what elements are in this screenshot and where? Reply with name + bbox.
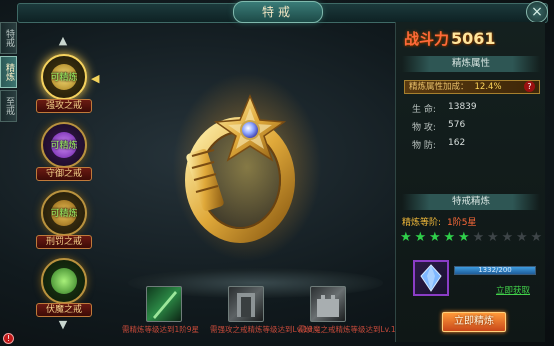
forge-window: 特戒 × 特戒 精炼 至戒 ▲ 可精炼 强攻之戒 可精炼 守御之戒 可精炼 刑罚… <box>0 0 554 346</box>
tab-special-ring[interactable]: 特戒 <box>0 22 17 54</box>
help-icon[interactable]: ? <box>524 81 535 92</box>
star-icon: ★ <box>501 230 514 245</box>
alert-icon[interactable]: ! <box>3 333 14 344</box>
star-icon: ★ <box>443 230 456 245</box>
refinable-tag: 可精炼 <box>50 141 78 151</box>
material-progress-text: 1332/200 <box>478 266 512 274</box>
material-slot[interactable] <box>413 260 449 296</box>
stat-label: 物 防: <box>412 141 436 151</box>
ring-slot-attack[interactable]: 可精炼 强攻之戒 <box>36 54 92 124</box>
star-icon: ★ <box>429 230 441 245</box>
refine-bonus-bar: 精炼属性加成： 12.4% ? <box>404 80 540 94</box>
side-tab-bar: 特戒 精炼 至戒 <box>0 22 17 124</box>
skill-3-requirement: 需伏魔之戒精炼等级达到Lv.10 <box>298 325 401 334</box>
stat-defense: 物 防: 162 <box>412 138 465 151</box>
ring-orb <box>41 258 87 304</box>
ring-label: 伏魔之戒 <box>36 303 92 317</box>
refine-attr-header: 精炼属性 <box>402 56 540 72</box>
ring-slot-defense[interactable]: 可精炼 守御之戒 <box>36 122 92 192</box>
material-progress-bar: 1332/200 <box>454 266 536 275</box>
star-icon: ★ <box>458 230 470 245</box>
window-title: 特戒 <box>233 1 323 23</box>
star-icon: ★ <box>487 230 499 245</box>
skill-slot-1[interactable] <box>146 286 182 322</box>
star-icon: ★ <box>400 230 412 245</box>
golden-ring-icon <box>185 94 295 243</box>
refine-section-header: 特戒精炼 <box>402 194 540 210</box>
ring-orb: 可精炼 <box>41 190 87 236</box>
stat-attack: 物 攻: 576 <box>412 120 465 133</box>
refine-panel: 战斗力 5061 精炼属性 精炼属性加成： 12.4% ? 生 命: 13839 物 … <box>395 22 545 342</box>
star-icon: ★ <box>472 230 485 245</box>
refinable-tag: 可精炼 <box>50 209 78 219</box>
star-icon: ★ <box>530 230 543 245</box>
star-icon: ★ <box>516 230 528 245</box>
skill-1-requirement: 需精炼等级达到1阶9星 <box>122 325 200 334</box>
refine-level: 精炼等阶: 1阶5星 <box>402 215 477 228</box>
tab-refine[interactable]: 精炼 <box>0 56 17 88</box>
acquire-link[interactable]: 立即获取 <box>496 284 530 296</box>
crystal-icon <box>420 264 442 292</box>
combat-power: 战斗力 5061 <box>404 28 496 50</box>
stat-label: 物 攻: <box>412 123 436 133</box>
star-rating: ★ ★ ★ ★ ★ ★ ★ ★ ★ ★ <box>400 231 546 245</box>
level-label: 精炼等阶: <box>402 218 442 228</box>
star-icon: ★ <box>414 230 427 245</box>
scroll-up-button[interactable]: ▲ <box>55 34 71 48</box>
skill-slot-3[interactable] <box>310 286 346 322</box>
ring-list: ▲ 可精炼 强攻之戒 可精炼 守御之戒 可精炼 刑罚之戒 伏魔之戒 ▼ <box>30 30 98 340</box>
ring-slot-punish[interactable]: 可精炼 刑罚之戒 <box>36 190 92 260</box>
stat-value: 576 <box>448 120 466 130</box>
close-button[interactable]: × <box>526 1 548 23</box>
selected-indicator-icon: ◀ <box>91 72 100 85</box>
scroll-down-button[interactable]: ▼ <box>55 318 71 332</box>
combat-power-value: 5061 <box>451 29 496 48</box>
refine-now-button[interactable]: 立即精炼 <box>442 312 506 332</box>
skill-slot-2[interactable] <box>228 286 264 322</box>
stat-hp: 生 命: 13839 <box>412 102 477 115</box>
refinable-tag: 可精炼 <box>50 73 78 83</box>
ring-display <box>110 30 390 310</box>
stat-value: 162 <box>448 138 466 148</box>
ring-label: 强攻之戒 <box>36 99 92 113</box>
ring-label: 刑罚之戒 <box>36 235 92 249</box>
level-value: 1阶5星 <box>447 218 477 228</box>
ring-orb: 可精炼 <box>41 54 87 100</box>
stat-value: 13839 <box>448 102 477 112</box>
ring-label: 守御之戒 <box>36 167 92 181</box>
combat-power-label: 战斗力 <box>404 30 450 48</box>
ring-orb: 可精炼 <box>41 122 87 168</box>
bonus-value: 12.4% <box>474 82 502 92</box>
bonus-label: 精炼属性加成： <box>409 82 469 92</box>
tab-supreme-ring[interactable]: 至戒 <box>0 90 17 122</box>
blade-icon <box>153 291 177 319</box>
castle-icon <box>317 295 339 317</box>
demon-ring-icon <box>51 268 77 294</box>
stat-label: 生 命: <box>412 105 436 115</box>
gate-icon <box>237 293 255 317</box>
